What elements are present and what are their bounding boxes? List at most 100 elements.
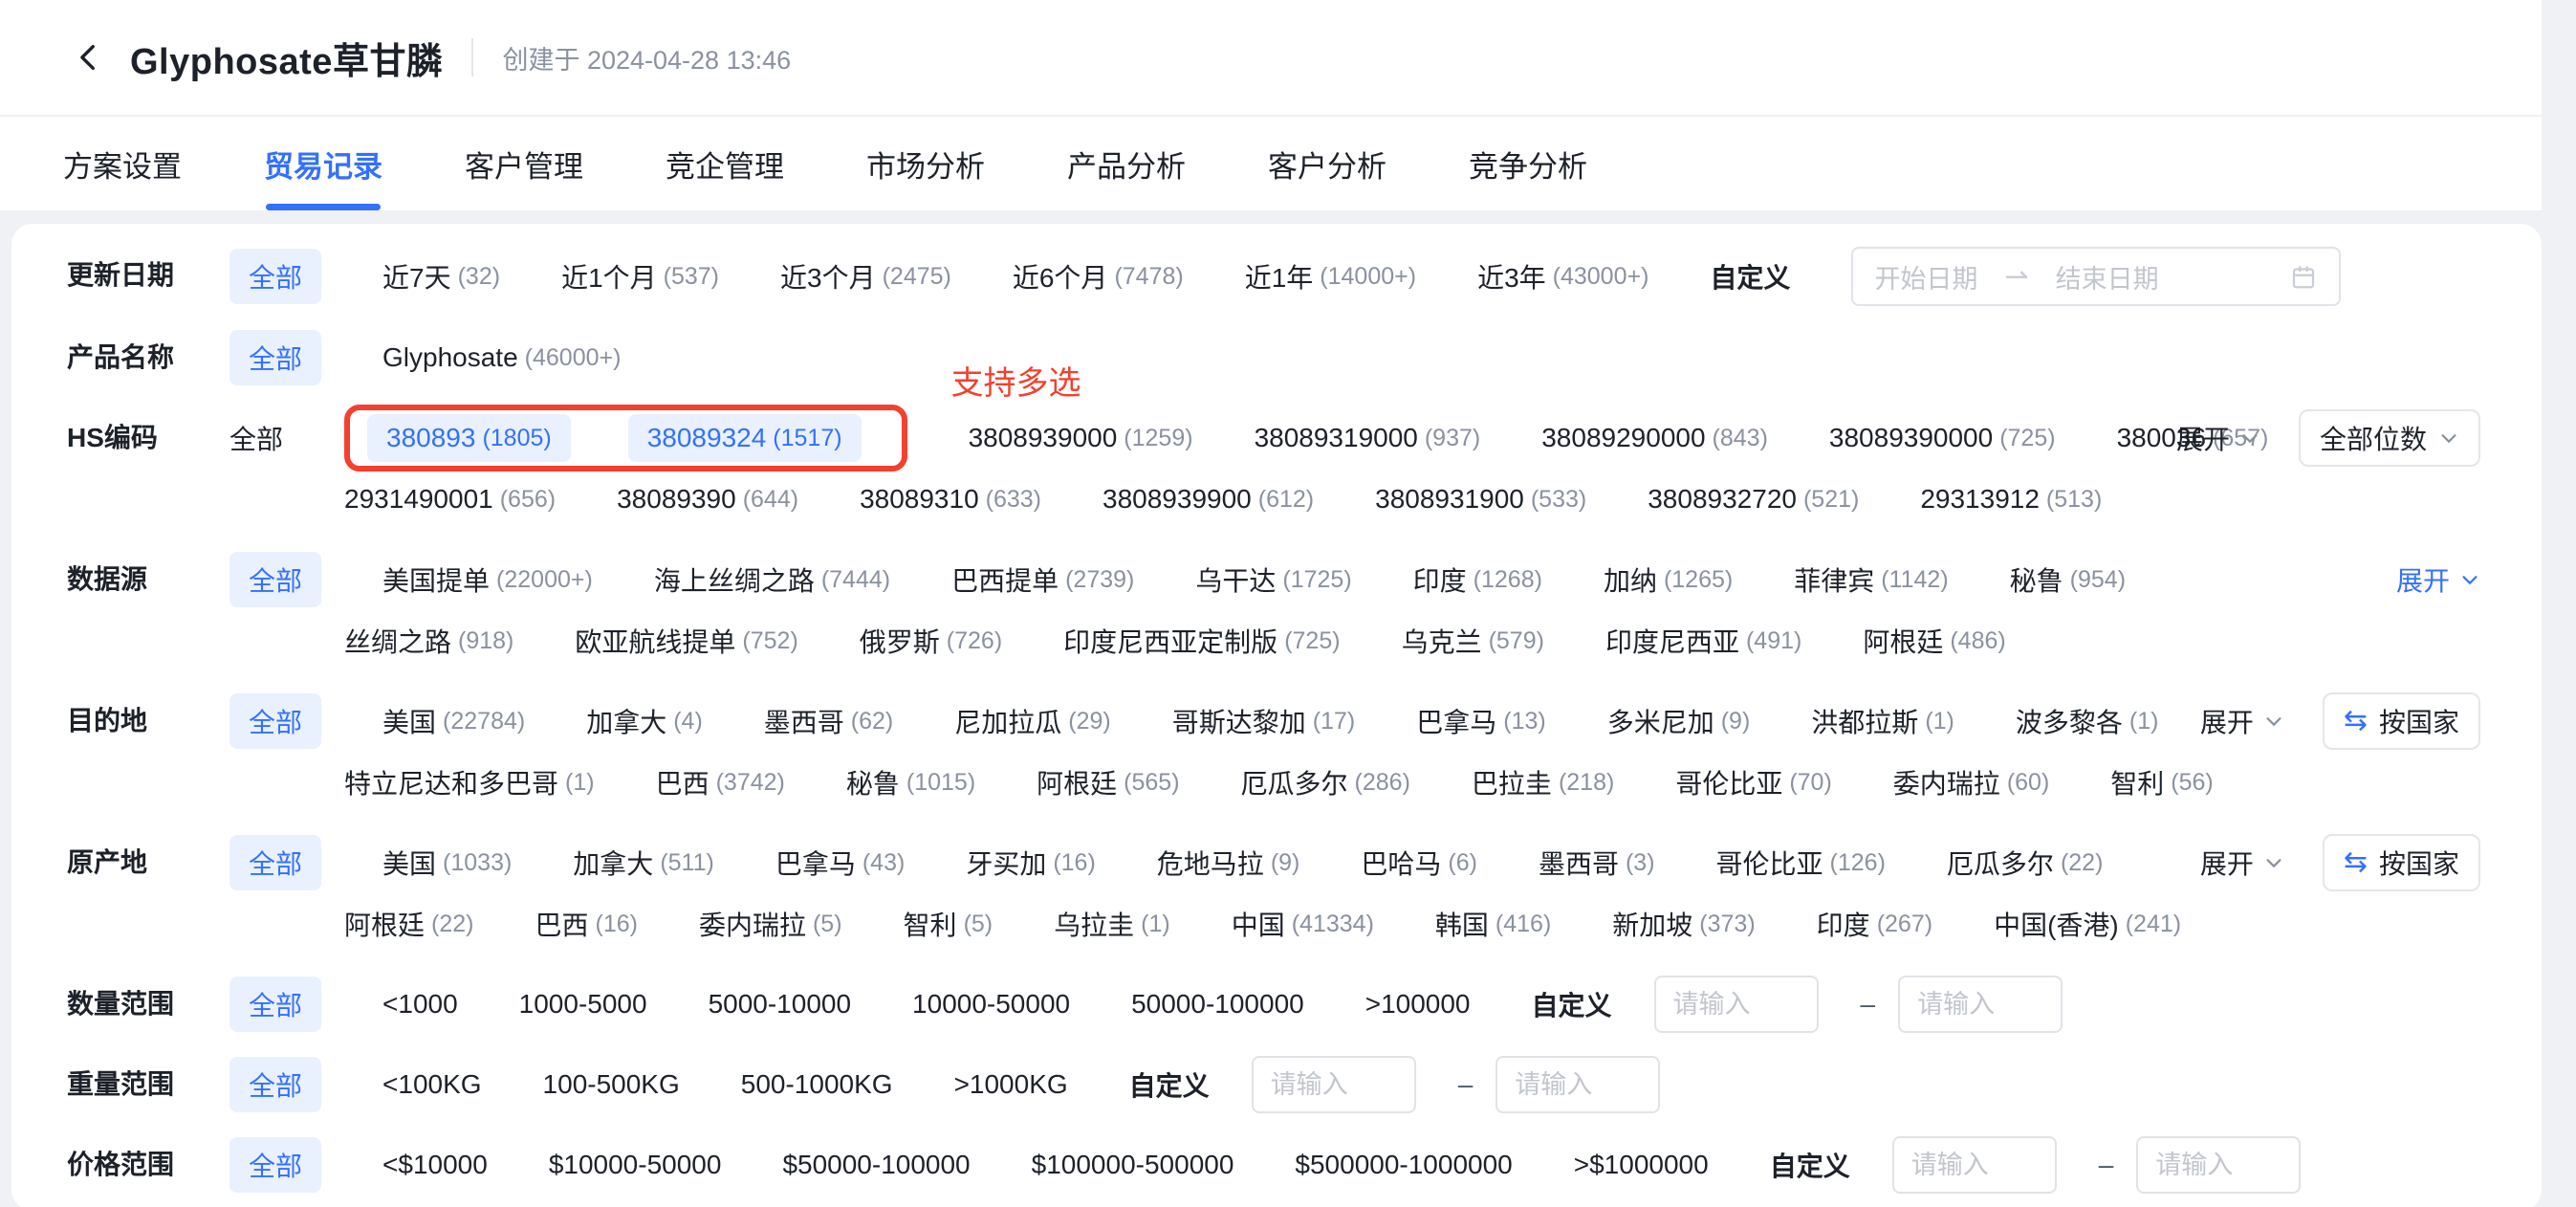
filter-option[interactable]: 巴拉圭(218)	[1472, 763, 1614, 801]
tab-市场分析[interactable]: 市场分析	[866, 117, 985, 210]
tab-客户管理[interactable]: 客户管理	[465, 117, 583, 210]
filter-option[interactable]: 哥伦比亚(126)	[1716, 844, 1886, 882]
tab-竞企管理[interactable]: 竞企管理	[666, 117, 784, 210]
filter-option[interactable]: 印度(1268)	[1413, 560, 1542, 599]
filter-option[interactable]: 加拿大(4)	[586, 702, 703, 740]
filter-option[interactable]: 38089390(644)	[617, 484, 798, 515]
filter-option[interactable]: 近1个月(537)	[561, 257, 719, 296]
filter-option[interactable]: 29313912(513)	[1920, 484, 2102, 515]
filter-option[interactable]: 巴哈马(6)	[1361, 844, 1477, 882]
filter-option[interactable]: >1000KG	[954, 1069, 1068, 1100]
custom-range-label[interactable]: 自定义	[1532, 985, 1612, 1023]
filter-option[interactable]: 秘鲁(954)	[2010, 560, 2126, 599]
expand-toggle[interactable]: 展开	[2200, 702, 2284, 740]
filter-option[interactable]: 近3个月(2475)	[780, 257, 951, 296]
all-option[interactable]: 全部	[229, 419, 283, 457]
filter-option[interactable]: 38089324(1517)	[628, 414, 862, 462]
filter-option[interactable]: 俄罗斯(726)	[860, 622, 1002, 660]
filter-option[interactable]: 3808939000(1259)	[969, 423, 1193, 453]
filter-option[interactable]: $50000-100000	[782, 1150, 970, 1180]
filter-option[interactable]: 墨西哥(3)	[1539, 844, 1655, 882]
filter-option[interactable]: 38089310(633)	[860, 484, 1041, 515]
tab-客户分析[interactable]: 客户分析	[1268, 117, 1386, 210]
filter-option[interactable]: $100000-500000	[1032, 1150, 1234, 1180]
filter-option[interactable]: 中国(香港)(241)	[1994, 905, 2181, 943]
filter-option[interactable]: 牙买加(16)	[966, 844, 1095, 882]
date-range-picker[interactable]: 开始日期 ⇀ 结束日期	[1851, 247, 2341, 306]
filter-option[interactable]: 巴拿马(43)	[775, 844, 905, 882]
filter-option[interactable]: 菲律宾(1142)	[1794, 560, 1948, 599]
filter-option[interactable]: 委内瑞拉(60)	[1893, 763, 2049, 801]
filter-option[interactable]: 近3年(43000+)	[1477, 257, 1648, 296]
filter-option[interactable]: 丝绸之路(918)	[344, 622, 513, 660]
filter-option[interactable]: 海上丝绸之路(7444)	[654, 560, 890, 599]
filter-option[interactable]: 加纳(1265)	[1604, 560, 1733, 599]
filter-option[interactable]: 印度尼西亚(491)	[1605, 622, 1801, 660]
filter-option[interactable]: 厄瓜多尔(22)	[1947, 844, 2103, 882]
filter-option[interactable]: 38089319000(937)	[1255, 423, 1481, 453]
all-option[interactable]: 全部	[229, 552, 321, 607]
tab-竞争分析[interactable]: 竞争分析	[1469, 117, 1587, 210]
filter-option[interactable]: 洪都拉斯(1)	[1811, 702, 1954, 740]
filter-option[interactable]: 38089390000(725)	[1829, 423, 2056, 453]
filter-option[interactable]: 美国(1033)	[382, 844, 512, 882]
filter-option[interactable]: 1000-5000	[519, 989, 647, 1020]
all-option[interactable]: 全部	[229, 835, 321, 890]
expand-toggle[interactable]: 展开	[2396, 560, 2480, 599]
filter-option[interactable]: 10000-50000	[912, 989, 1070, 1020]
filter-option[interactable]: 380893(1805)	[367, 414, 571, 462]
quantity-min-input[interactable]	[1654, 976, 1819, 1033]
all-option[interactable]: 全部	[229, 977, 321, 1032]
filter-option[interactable]: <100KG	[382, 1069, 482, 1100]
by-country-toggle[interactable]: ⇆ 按国家	[2323, 834, 2480, 891]
tab-产品分析[interactable]: 产品分析	[1067, 117, 1186, 210]
back-button[interactable]	[73, 41, 105, 74]
filter-option[interactable]: 波多黎各(1)	[2016, 702, 2159, 740]
filter-option[interactable]: 秘鲁(1015)	[846, 763, 975, 801]
filter-option[interactable]: 乌克兰(579)	[1402, 622, 1544, 660]
filter-option[interactable]: 墨西哥(62)	[764, 702, 893, 740]
custom-range-label[interactable]: 自定义	[1710, 257, 1790, 296]
by-country-toggle[interactable]: ⇆ 按国家	[2323, 692, 2480, 750]
filter-option[interactable]: 印度(267)	[1817, 905, 1932, 943]
tab-贸易记录[interactable]: 贸易记录	[264, 117, 382, 210]
filter-option[interactable]: 乌干达(1725)	[1195, 560, 1351, 599]
filter-option[interactable]: 新加坡(373)	[1612, 905, 1755, 943]
filter-option[interactable]: 3808931900(533)	[1375, 484, 1586, 515]
filter-option[interactable]: 巴西提单(2739)	[951, 560, 1134, 599]
filter-option[interactable]: 阿根廷(22)	[344, 905, 473, 943]
filter-option[interactable]: 3808939900(612)	[1102, 484, 1314, 515]
filter-option[interactable]: <1000	[382, 989, 458, 1020]
filter-option[interactable]: 哥斯达黎加(17)	[1172, 702, 1355, 740]
filter-option[interactable]: 危地马拉(9)	[1157, 844, 1300, 882]
filter-option[interactable]: 近1年(14000+)	[1245, 257, 1416, 296]
filter-option[interactable]: Glyphosate(46000+)	[382, 342, 621, 373]
filter-option[interactable]: 巴拿马(13)	[1416, 702, 1545, 740]
price-max-input[interactable]	[2136, 1136, 2301, 1194]
weight-min-input[interactable]	[1252, 1056, 1416, 1113]
expand-toggle[interactable]: 展开	[2200, 844, 2284, 882]
filter-option[interactable]: 美国(22784)	[382, 702, 525, 740]
filter-option[interactable]: 中国(41334)	[1232, 905, 1374, 943]
filter-option[interactable]: 50000-100000	[1131, 989, 1304, 1020]
filter-option[interactable]: 多米尼加(9)	[1607, 702, 1751, 740]
tab-方案设置[interactable]: 方案设置	[63, 117, 182, 210]
filter-option[interactable]: 2931490001(656)	[344, 484, 556, 515]
filter-option[interactable]: 38089290000(843)	[1541, 423, 1768, 453]
weight-max-input[interactable]	[1495, 1056, 1660, 1113]
filter-option[interactable]: 阿根廷(565)	[1037, 763, 1179, 801]
filter-option[interactable]: 智利(5)	[904, 905, 993, 943]
filter-option[interactable]: $500000-1000000	[1295, 1150, 1512, 1180]
quantity-max-input[interactable]	[1898, 976, 2063, 1033]
filter-option[interactable]: <$10000	[382, 1150, 488, 1180]
digits-dropdown[interactable]: 全部位数	[2299, 409, 2480, 467]
custom-range-label[interactable]: 自定义	[1129, 1065, 1210, 1104]
filter-option[interactable]: 欧亚航线提单(752)	[575, 622, 797, 660]
all-option[interactable]: 全部	[229, 1057, 321, 1112]
filter-option[interactable]: 巴西(3742)	[656, 763, 785, 801]
custom-range-label[interactable]: 自定义	[1770, 1146, 1850, 1184]
filter-option[interactable]: 近7天(32)	[382, 257, 500, 296]
filter-option[interactable]: 韩国(416)	[1435, 905, 1551, 943]
filter-option[interactable]: 5000-10000	[709, 989, 851, 1020]
filter-option[interactable]: >100000	[1365, 989, 1471, 1020]
